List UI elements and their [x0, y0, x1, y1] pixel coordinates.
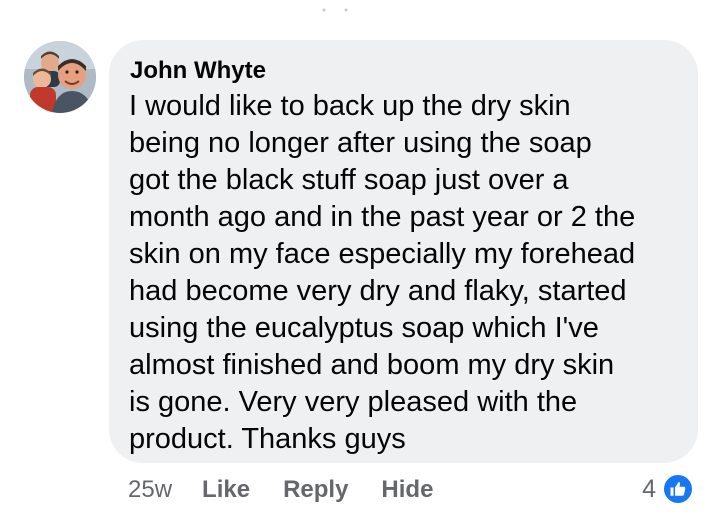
comment-text-line: month ago and in the past year or 2 the — [129, 201, 636, 233]
comment-actions: 25w Like Reply Hide — [128, 476, 466, 504]
comment-text-line: being no longer after using the soap — [129, 127, 592, 159]
reaction-summary[interactable]: 4 — [642, 472, 694, 506]
comment-text-line: is gone. Very very pleased with the — [129, 386, 578, 418]
comment-timestamp[interactable]: 25w — [128, 476, 172, 504]
reply-button[interactable]: Reply — [283, 476, 348, 504]
comment-author[interactable]: John Whyte — [130, 56, 678, 86]
comment-text-line: almost finished and boom my dry skin — [129, 349, 615, 381]
comment-text-line: using the eucalyptus soap which I've — [129, 312, 599, 344]
thumbs-up-icon — [662, 473, 694, 505]
reaction-count: 4 — [642, 474, 656, 503]
comment-bubble: John Whyte I would like to back up the d… — [109, 40, 698, 463]
like-button[interactable]: Like — [202, 476, 250, 504]
avatar[interactable] — [24, 41, 96, 113]
more-options-dots[interactable] — [318, 0, 358, 14]
comment-text-line: had become very dry and flaky, started — [129, 275, 627, 307]
comment-text-line: I would like to back up the dry skin — [129, 90, 571, 122]
comment-text-line: product. Thanks guys — [129, 423, 406, 455]
comment-text-line: skin on my face especially my forehead — [129, 238, 636, 270]
comment-text-line: got the black stuff soap just over a — [129, 164, 569, 196]
hide-button[interactable]: Hide — [381, 476, 433, 504]
comment-text: I would like to back up the dry skin bei… — [129, 88, 678, 458]
